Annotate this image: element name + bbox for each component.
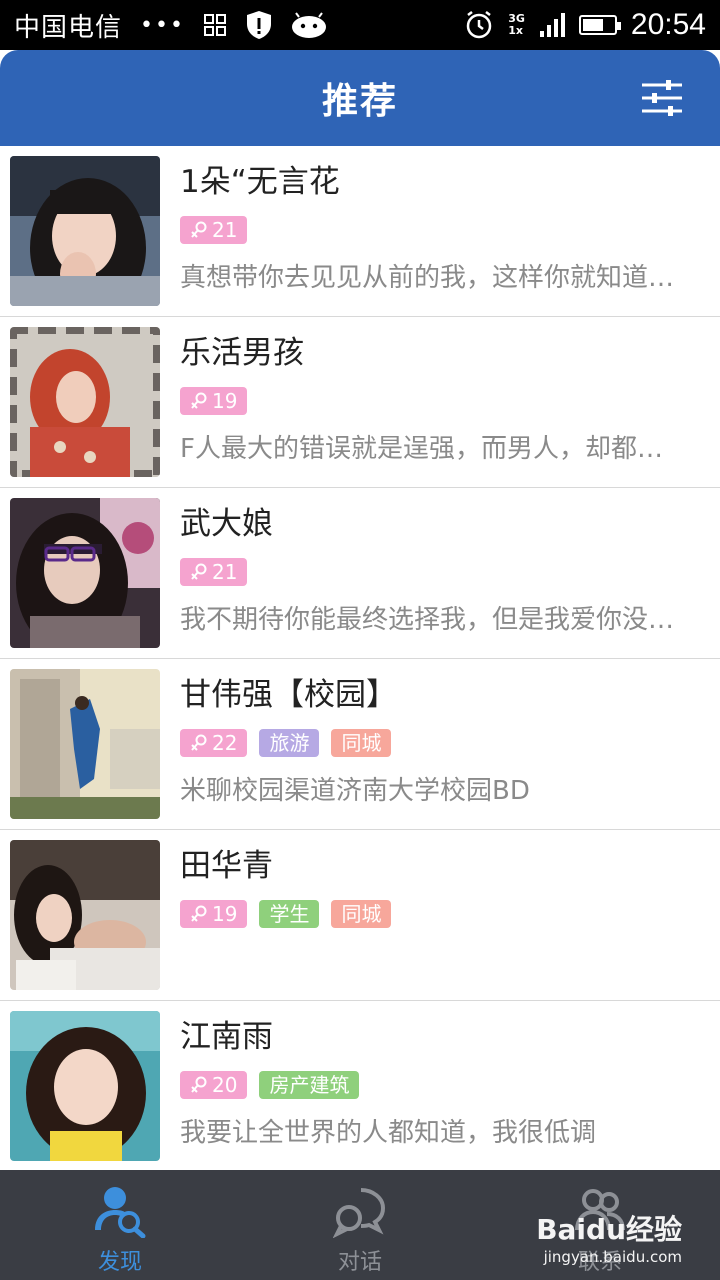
age-badge: 21	[180, 216, 248, 244]
avatar[interactable]	[10, 498, 160, 648]
nav-tab-label: 对话	[337, 1250, 382, 1275]
sliders-icon	[642, 80, 682, 116]
age-badge: 20	[180, 1071, 248, 1099]
user-list-item[interactable]: 乐活男孩 19 F人最大的错误就是逞强，而男人，却都…	[0, 317, 720, 488]
interest-tag-real-estate: 房产建筑	[259, 1071, 360, 1099]
user-signature: F人最大的错误就是逞强，而男人，却都…	[180, 434, 663, 464]
nav-tab-contacts[interactable]: 联系	[480, 1170, 720, 1280]
nav-tab-label: 发现	[97, 1250, 142, 1275]
signal-bars-icon	[539, 11, 565, 39]
user-signature: 我要让全世界的人都知道，我很低调	[180, 1118, 597, 1148]
user-name: 江南雨	[180, 1019, 273, 1055]
user-info: 1朵“无言花 21 真想带你去见见从前的我，这样你就知道…	[180, 160, 706, 298]
user-list-item[interactable]: 甘伟强【校园】 22 旅游 同城 米聊校园渠道济南大学校园BD	[0, 659, 720, 830]
avatar[interactable]	[10, 1011, 160, 1161]
chat-bubble-icon	[333, 1188, 386, 1238]
female-gender-icon	[191, 734, 207, 751]
user-tags: 20 房产建筑	[180, 1071, 706, 1099]
status-right: 3G 1x 20:54	[464, 8, 706, 42]
user-signature: 我不期待你能最终选择我，但是我爱你没…	[180, 605, 675, 635]
nav-tab-discover[interactable]: 发现	[0, 1170, 240, 1280]
user-name: 1朵“无言花	[180, 164, 340, 200]
age-value: 19	[212, 389, 238, 413]
user-list-item[interactable]: 田华青 19 学生 同城	[0, 830, 720, 1001]
apps-grid-icon	[203, 13, 227, 37]
clock-time: 20:54	[630, 8, 706, 41]
female-gender-icon	[191, 563, 207, 580]
status-bar: 中国电信 ••• 3G 1x 20:54	[0, 0, 720, 50]
user-list-item[interactable]: 1朵“无言花 21 真想带你去见见从前的我，这样你就知道…	[0, 146, 720, 317]
app-root: 中国电信 ••• 3G 1x 20:54 推荐 1朵“无言花 21 真想带你去见…	[0, 0, 720, 1280]
female-gender-icon	[191, 905, 207, 922]
interest-tag-travel: 旅游	[259, 729, 320, 757]
user-tags: 21	[180, 558, 706, 586]
status-left: 中国电信 •••	[14, 7, 327, 44]
nav-tab-label: 联系	[577, 1250, 622, 1275]
page-title: 推荐	[321, 81, 398, 122]
age-value: 21	[212, 218, 238, 242]
age-value: 19	[212, 902, 238, 926]
network-indicator: 3G 1x	[508, 13, 525, 37]
age-badge: 21	[180, 558, 248, 586]
interest-tag-same-city: 同城	[331, 729, 392, 757]
bottom-nav: 发现 对话 联系 Baidu经验 jingyan.baidu.com	[0, 1170, 720, 1280]
female-gender-icon	[191, 1076, 207, 1093]
discover-user-search-icon	[95, 1187, 146, 1238]
alarm-clock-icon	[464, 10, 494, 40]
user-info: 甘伟强【校园】 22 旅游 同城 米聊校园渠道济南大学校园BD	[180, 673, 706, 811]
female-gender-icon	[191, 221, 207, 238]
user-name: 甘伟强【校园】	[180, 677, 397, 713]
user-tags: 19	[180, 387, 706, 415]
user-signature	[180, 942, 706, 982]
age-badge: 22	[180, 729, 248, 757]
avatar[interactable]	[10, 327, 160, 477]
interest-tag-student: 学生	[259, 900, 320, 928]
user-info: 江南雨 20 房产建筑 我要让全世界的人都知道，我很低调	[180, 1015, 706, 1153]
age-value: 22	[212, 731, 238, 755]
user-signature: 米聊校园渠道济南大学校园BD	[180, 776, 530, 806]
user-name: 武大娘	[180, 506, 273, 542]
avatar[interactable]	[10, 840, 160, 990]
notification-dots: •••	[140, 12, 185, 38]
nav-tab-chat[interactable]: 对话	[240, 1170, 480, 1280]
user-name: 田华青	[180, 848, 273, 884]
user-list: 1朵“无言花 21 真想带你去见见从前的我，这样你就知道… 乐活男孩 19 F人…	[0, 146, 720, 1170]
filter-settings-button[interactable]	[640, 78, 684, 118]
age-value: 21	[212, 560, 238, 584]
app-header: 推荐	[0, 50, 720, 146]
user-info: 武大娘 21 我不期待你能最终选择我，但是我爱你没…	[180, 502, 706, 640]
female-gender-icon	[191, 392, 207, 409]
user-name: 乐活男孩	[180, 335, 304, 371]
user-tags: 21	[180, 216, 706, 244]
age-badge: 19	[180, 900, 248, 928]
avatar[interactable]	[10, 669, 160, 819]
carrier-name: 中国电信	[14, 12, 123, 43]
shield-alert-icon	[245, 10, 273, 40]
user-tags: 22 旅游 同城	[180, 729, 706, 757]
user-info: 田华青 19 学生 同城	[180, 844, 706, 982]
contacts-icon	[575, 1189, 625, 1231]
age-badge: 19	[180, 387, 248, 415]
interest-tag-same-city: 同城	[331, 900, 392, 928]
network-1x-label: 1x	[508, 24, 523, 37]
android-robot-icon	[291, 12, 327, 38]
user-list-item[interactable]: 武大娘 21 我不期待你能最终选择我，但是我爱你没…	[0, 488, 720, 659]
avatar[interactable]	[10, 156, 160, 306]
battery-icon	[578, 15, 621, 35]
age-value: 20	[212, 1073, 238, 1097]
user-info: 乐活男孩 19 F人最大的错误就是逞强，而男人，却都…	[180, 331, 706, 469]
user-tags: 19 学生 同城	[180, 900, 706, 928]
user-list-item[interactable]: 江南雨 20 房产建筑 我要让全世界的人都知道，我很低调	[0, 1001, 720, 1170]
user-signature: 真想带你去见见从前的我，这样你就知道…	[180, 263, 675, 293]
